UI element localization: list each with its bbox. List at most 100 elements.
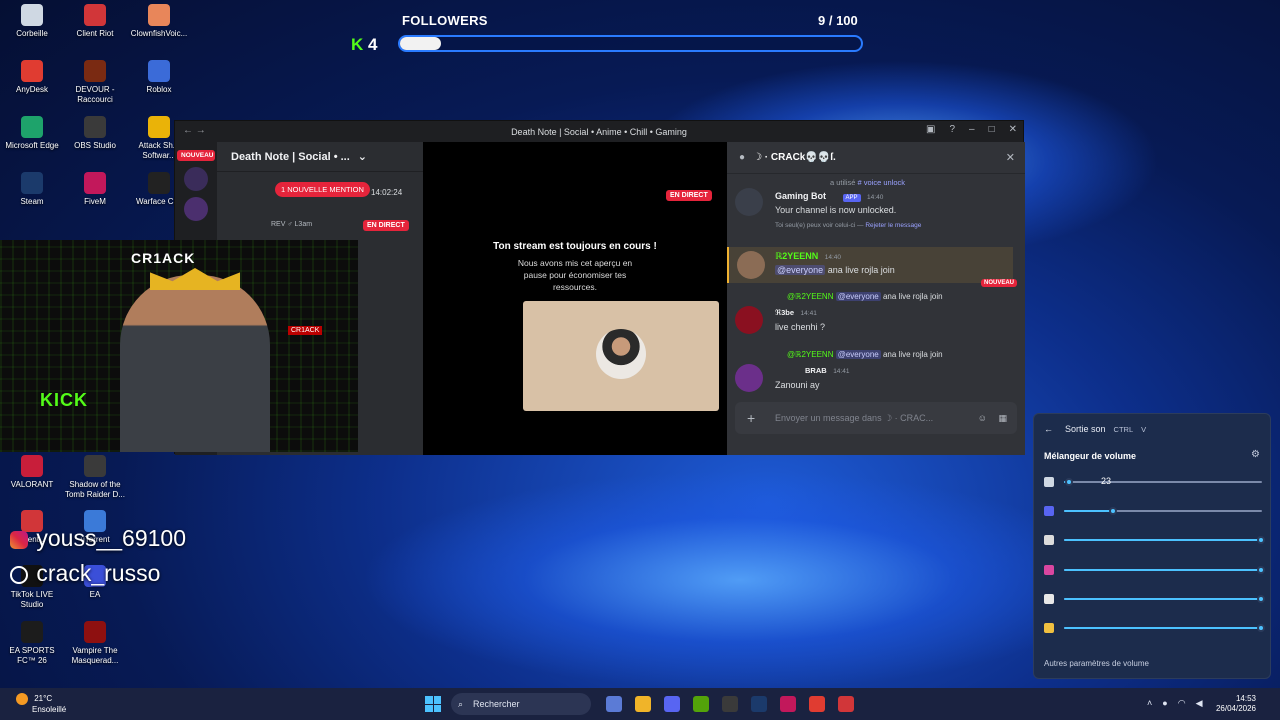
guild-icon[interactable]: [184, 197, 208, 221]
desktop-icon[interactable]: Steam: [0, 172, 64, 207]
start-button[interactable]: [425, 696, 441, 712]
desktop-icon[interactable]: VALORANT: [0, 455, 64, 490]
channel-timer: 14:02:24: [371, 188, 403, 197]
close-icon[interactable]: ✕: [1006, 151, 1015, 164]
minimize-icon[interactable]: –: [969, 124, 975, 135]
slider-track[interactable]: [1064, 481, 1262, 483]
stream-preview[interactable]: [523, 301, 719, 411]
desktop-icon[interactable]: Vampire The Masquerad...: [63, 621, 127, 666]
search-icon: ⌕: [458, 698, 464, 709]
message-text: Your channel is now unlocked.: [775, 205, 897, 215]
slider-thumb[interactable]: [1108, 507, 1117, 515]
streamer-photo: [120, 275, 270, 452]
avatar: [596, 329, 646, 379]
taskbar-search[interactable]: ⌕ Rechercher: [451, 693, 591, 715]
kick-mini-number: 4: [368, 35, 378, 54]
window-controls: ▣ ? – □ ✕: [926, 124, 1017, 135]
kbd-v: V: [1141, 424, 1147, 434]
desktop-icon[interactable]: ClownfishVoic...: [127, 4, 191, 39]
desktop-icon[interactable]: Roblox: [127, 60, 191, 95]
mixer-header: ← Sortie son CTRL V: [1044, 424, 1146, 434]
desktop-icon[interactable]: FiveM: [63, 172, 127, 207]
close-icon[interactable]: ✕: [1009, 124, 1017, 135]
taskbar-app-icon[interactable]: [751, 696, 767, 712]
slider-thumb[interactable]: [1257, 595, 1265, 603]
desktop-icon[interactable]: AnyDesk: [0, 60, 64, 95]
weather-widget[interactable]: 21°C Ensoleillé: [16, 693, 66, 715]
volume-slider-app-dot[interactable]: [1044, 621, 1265, 635]
slider-thumb[interactable]: [1257, 624, 1265, 632]
more-volume-settings-link[interactable]: Autres paramètres de volume: [1044, 659, 1149, 668]
app-icon: [84, 455, 106, 477]
slider-thumb[interactable]: [1257, 536, 1265, 544]
everyone-mention[interactable]: @everyone: [775, 265, 826, 275]
slider-thumb[interactable]: [1257, 566, 1265, 574]
volume-slider-app-pink[interactable]: [1044, 563, 1265, 577]
emoji-icon[interactable]: ☺: [978, 413, 987, 423]
reply-text: ana live rojla join: [882, 292, 943, 301]
taskbar-app-icon[interactable]: [838, 696, 854, 712]
chat-message: @ℝ2YEENN @everyone ana live rojla join ℜ…: [735, 292, 1017, 342]
reply-author[interactable]: @ℝ2YEENN: [787, 350, 833, 359]
desktop-icon[interactable]: Microsoft Edge: [0, 116, 64, 151]
voice-user[interactable]: REV ♂ L3am: [271, 221, 312, 228]
desktop-icon[interactable]: DEVOUR - Raccourci: [63, 60, 127, 105]
slider-fill: [1064, 510, 1114, 512]
message-author[interactable]: BRAB: [805, 366, 827, 375]
back-arrow-icon[interactable]: ←: [1044, 424, 1053, 434]
speaker-icon[interactable]: ◀: [1196, 698, 1203, 709]
volume-mixer-panel: ← Sortie son CTRL V Mélangeur de volume …: [1033, 413, 1271, 679]
taskbar-app-icon[interactable]: [606, 696, 622, 712]
window-title: Death Note | Social • Anime • Chill • Ga…: [511, 126, 687, 137]
reply-link[interactable]: # voice unlock: [858, 178, 906, 187]
dismiss-link[interactable]: Rejeter le message: [865, 222, 921, 229]
desktop-icon[interactable]: OBS Studio: [63, 116, 127, 151]
desktop-icon[interactable]: Shadow of the Tomb Raider D...: [63, 455, 127, 500]
desktop-icon[interactable]: Client Riot: [63, 4, 127, 39]
crown-icon: [150, 268, 240, 290]
desktop-icon[interactable]: Corbeille: [0, 4, 64, 39]
app-icon: [148, 4, 170, 26]
wifi-icon[interactable]: ◠: [1178, 698, 1186, 709]
guild-icon[interactable]: [184, 167, 208, 191]
slider-fill: [1064, 539, 1262, 541]
taskbar-clock[interactable]: 14:53 26/04/2026: [1216, 694, 1256, 714]
new-mention-pill[interactable]: 1 NOUVELLE MENTION: [275, 182, 370, 197]
desktop-icon-label: EA SPORTS FC™ 26: [9, 646, 55, 665]
taskbar-app-icon[interactable]: [664, 696, 680, 712]
message-author[interactable]: ℝ2YEENN: [775, 251, 818, 261]
help-icon[interactable]: ?: [949, 124, 955, 135]
inbox-icon[interactable]: ▣: [926, 124, 935, 135]
taskbar-app-icon[interactable]: [722, 696, 738, 712]
taskbar-app-icon[interactable]: [693, 696, 709, 712]
instagram-handle: youss__69100: [10, 525, 186, 552]
message-input[interactable]: + Envoyer un message dans ☽ · CRAC... ☺ …: [735, 402, 1017, 434]
desktop-icon[interactable]: EA SPORTS FC™ 26: [0, 621, 64, 666]
message-author[interactable]: Gaming Bot: [775, 191, 826, 201]
server-name-text: Death Note | Social • ...: [231, 150, 350, 163]
discord-app-icon: [1044, 506, 1054, 516]
weather-desc: Ensoleillé: [32, 705, 67, 714]
message-author[interactable]: ℜ3be: [775, 308, 794, 317]
slider-thumb[interactable]: [1064, 478, 1073, 486]
desktop-icon-label: AnyDesk: [15, 85, 48, 94]
app-icon: [21, 60, 43, 82]
apps-icon[interactable]: ▦: [998, 413, 1007, 424]
volume-slider-app-check[interactable]: [1044, 592, 1265, 606]
chat-panel: ● ☽ · CRACk💀💀ſ. ✕ a utilisé # voice unlo…: [727, 142, 1025, 455]
volume-slider-obs[interactable]: [1044, 533, 1265, 547]
taskbar-app-icon[interactable]: [635, 696, 651, 712]
taskbar-app-icon[interactable]: [780, 696, 796, 712]
volume-slider-system[interactable]: [1044, 475, 1262, 489]
taskbar-app-icon[interactable]: [809, 696, 825, 712]
reply-author[interactable]: @ℝ2YEENN: [787, 292, 833, 301]
settings-gear-icon[interactable]: ⚙: [1251, 449, 1260, 460]
nav-arrows-icon[interactable]: ← →: [183, 125, 206, 136]
microphone-icon[interactable]: ●: [1162, 698, 1167, 709]
maximize-icon[interactable]: □: [989, 124, 995, 135]
volume-slider-discord[interactable]: [1044, 504, 1262, 518]
chevron-up-icon[interactable]: ˄: [1147, 698, 1152, 709]
add-attachment-icon[interactable]: +: [747, 410, 755, 426]
server-name[interactable]: Death Note | Social • ... ⌄: [217, 142, 423, 172]
message-time: 14:41: [800, 310, 817, 317]
